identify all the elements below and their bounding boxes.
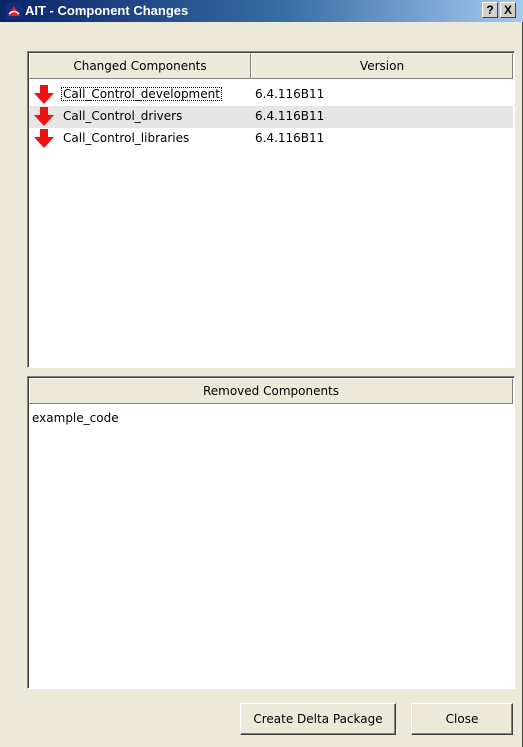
down-arrow-icon <box>34 107 54 126</box>
down-arrow-icon <box>34 129 54 148</box>
component-name: Call_Control_development <box>61 87 222 101</box>
component-version: 6.4.116B11 <box>255 109 325 123</box>
create-delta-package-button[interactable]: Create Delta Package <box>240 703 396 735</box>
removed-components-list[interactable]: Removed Components example_code <box>27 376 515 689</box>
help-button[interactable]: ? <box>482 2 498 18</box>
component-changes-dialog: AIT - Component Changes ? X Changed Comp… <box>0 0 523 747</box>
list-item[interactable]: example_code <box>32 411 119 425</box>
down-arrow-icon <box>34 85 54 104</box>
column-header-removed-components[interactable]: Removed Components <box>29 378 513 404</box>
ait-app-icon <box>6 3 22 19</box>
table-row[interactable]: Call_Control_drivers 6.4.116B11 <box>29 106 513 128</box>
column-header-version[interactable]: Version <box>251 53 513 79</box>
close-window-button[interactable]: X <box>500 2 516 18</box>
component-version: 6.4.116B11 <box>255 87 325 101</box>
close-button[interactable]: Close <box>411 703 513 735</box>
table-row[interactable]: Call_Control_libraries 6.4.116B11 <box>29 128 513 150</box>
changed-components-list[interactable]: Changed Components Version Call_Control_… <box>27 51 515 368</box>
title-bar[interactable]: AIT - Component Changes ? X <box>0 0 523 22</box>
window-title: AIT - Component Changes <box>25 3 189 18</box>
component-name: Call_Control_drivers <box>63 109 183 123</box>
column-header-changed-components[interactable]: Changed Components <box>29 53 251 79</box>
component-name: Call_Control_libraries <box>63 131 190 145</box>
table-row[interactable]: Call_Control_development 6.4.116B11 <box>29 84 513 106</box>
component-version: 6.4.116B11 <box>255 131 325 145</box>
